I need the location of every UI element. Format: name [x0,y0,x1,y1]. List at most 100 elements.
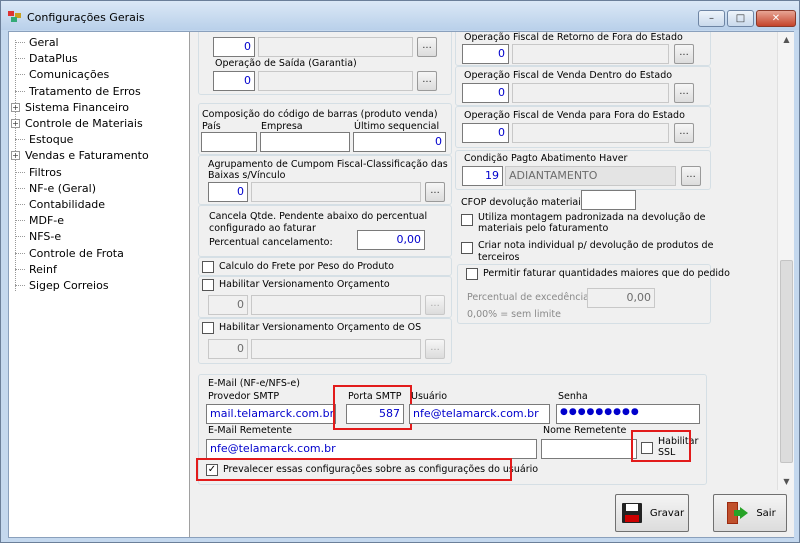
montagem-label-2: materiais pelo faturamento [478,223,609,234]
agrupamento-search-button[interactable]: ... [425,182,445,202]
op1-code-input[interactable]: 0 [213,37,255,57]
tree-branch [15,181,25,196]
scroll-thumb[interactable] [780,260,793,463]
versionamento-label: Habilitar Versionamento Orçamento [219,279,390,290]
tree-item[interactable]: Reinf [15,262,57,277]
agrupamento-label: Agrupamento de Cumpom Fiscal-Classificaç… [208,159,448,170]
senha-input[interactable]: ●●●●●●●●● [556,404,700,424]
tree-branch [15,229,25,244]
condicao-code-input[interactable]: 19 [462,166,503,186]
pais-input[interactable] [201,132,257,152]
tree-branch [15,51,25,66]
vertical-scrollbar[interactable]: ▲ ▼ [777,32,794,490]
excedencia-input: 0,00 [587,288,655,308]
cfop-input[interactable] [581,190,636,210]
expand-icon[interactable]: + [11,119,20,128]
tree-item-label: Sigep Correios [29,279,109,292]
percentual-cancelamento-label: Percentual cancelamento: [209,237,333,248]
tree-item[interactable]: DataPlus [15,51,78,66]
versionamento-desc-input [251,295,421,315]
versionamento-os-desc-input [251,339,421,359]
nota-individual-checkbox[interactable] [461,242,473,254]
email-remetente-input[interactable]: nfe@telamarck.com.br [206,439,537,459]
settings-panel: 0 ... Operação de Saída (Garantia) 0 ...… [191,32,777,490]
maximize-button[interactable]: □ [727,10,754,27]
ultimo-sequencial-input[interactable]: 0 [353,132,446,152]
tree-branch [15,278,25,293]
versionamento-os-checkbox[interactable] [202,322,214,334]
nome-remetente-label: Nome Remetente [543,425,627,436]
venda-dentro-code-input[interactable]: 0 [462,83,509,103]
app-icon [8,11,21,22]
porta-smtp-highlight [333,385,412,430]
frete-label: Calculo do Frete por Peso do Produto [219,261,394,272]
tree-branch [15,213,25,228]
tree-item[interactable]: Tratamento de Erros [15,84,141,99]
tree-branch [15,197,25,212]
venda-fora-code-input[interactable]: 0 [462,123,509,143]
frete-checkbox[interactable] [202,261,214,273]
expand-icon[interactable]: + [11,151,20,161]
sair-button[interactable]: Sair [713,494,787,532]
tree-item-label: Filtros [29,165,62,179]
tree-branch [15,262,25,277]
tree-item[interactable]: Comunicações [15,67,109,82]
tree-item[interactable]: MDF-e [15,213,64,228]
tree-item[interactable]: Filtros [15,165,62,180]
tree-item[interactable]: Estoque [15,132,73,147]
gravar-button[interactable]: Gravar [615,494,689,532]
montagem-checkbox[interactable] [461,214,473,226]
tree-item-label: Controle de Materiais [25,117,143,130]
venda-fora-label: Operação Fiscal de Venda para Fora do Es… [464,110,685,121]
minimize-button[interactable]: – [698,10,725,27]
tree-item[interactable]: + Controle de Materiais [11,116,143,131]
venda-fora-search-button[interactable]: ... [674,123,694,143]
tree-branch [15,67,25,82]
tree-item-label: Estoque [29,133,74,147]
tree-item[interactable]: Contabilidade [15,197,105,212]
agrupamento-desc-input [251,182,421,202]
op-saida-label: Operação de Saída (Garantia) [215,58,357,69]
tree-item[interactable]: Controle de Frota [15,246,124,261]
tree-item[interactable]: + Vendas e Faturamento [11,148,149,163]
tree-item[interactable]: NFS-e [15,229,61,244]
scroll-up-icon[interactable]: ▲ [780,33,793,46]
tree-item[interactable]: Geral [15,35,59,50]
tree-item[interactable]: + Sistema Financeiro [11,100,129,115]
agrupamento-label-2: Baixas s/Vínculo [208,170,286,181]
excedencia-label: Percentual de excedência: [467,292,593,303]
expand-icon[interactable]: + [11,102,20,112]
permitir-checkbox[interactable] [466,268,478,280]
versionamento-checkbox[interactable] [202,279,214,291]
provedor-smtp-input[interactable]: mail.telamarck.com.br [206,404,336,424]
retorno-label: Operação Fiscal de Retorno de Fora do Es… [464,32,683,43]
close-button[interactable]: ✕ [756,10,796,27]
nome-remetente-input[interactable] [541,439,637,459]
tree-item-label: Sistema Financeiro [25,100,129,114]
retorno-desc-input [512,44,669,64]
op-saida-search-button[interactable]: ... [417,71,437,91]
settings-tree[interactable]: Geral DataPlus Comunicações Tratamento de E… [9,32,190,537]
provedor-smtp-label: Provedor SMTP [208,391,280,402]
scroll-down-icon[interactable]: ▼ [780,475,793,488]
agrupamento-code-input[interactable]: 0 [208,182,248,202]
condicao-search-button[interactable]: ... [681,166,701,186]
email-remetente-label: E-Mail Remetente [208,425,293,436]
op-saida-code-input[interactable]: 0 [213,71,255,91]
cfop-label: CFOP devolução materiais: [461,197,589,208]
tree-item[interactable]: Sigep Correios [15,278,109,293]
sair-label: Sair [756,507,776,519]
gravar-label: Gravar [649,507,685,519]
condicao-label: Condição Pagto Abatimento Haver [464,153,628,164]
permitir-label: Permitir faturar quantidades maiores que… [483,268,730,279]
percentual-cancelamento-input[interactable]: 0,00 [357,230,425,250]
retorno-code-input[interactable]: 0 [462,44,509,64]
retorno-search-button[interactable]: ... [674,44,694,64]
empresa-input[interactable] [260,132,350,152]
sem-limite-note: 0,00% = sem limite [467,309,561,320]
op1-search-button[interactable]: ... [417,37,437,57]
tree-item[interactable]: NF-e (Geral) [15,181,96,196]
floppy-disk-icon [621,503,642,523]
usuario-input[interactable]: nfe@telamarck.com.br [409,404,550,424]
venda-dentro-search-button[interactable]: ... [674,83,694,103]
